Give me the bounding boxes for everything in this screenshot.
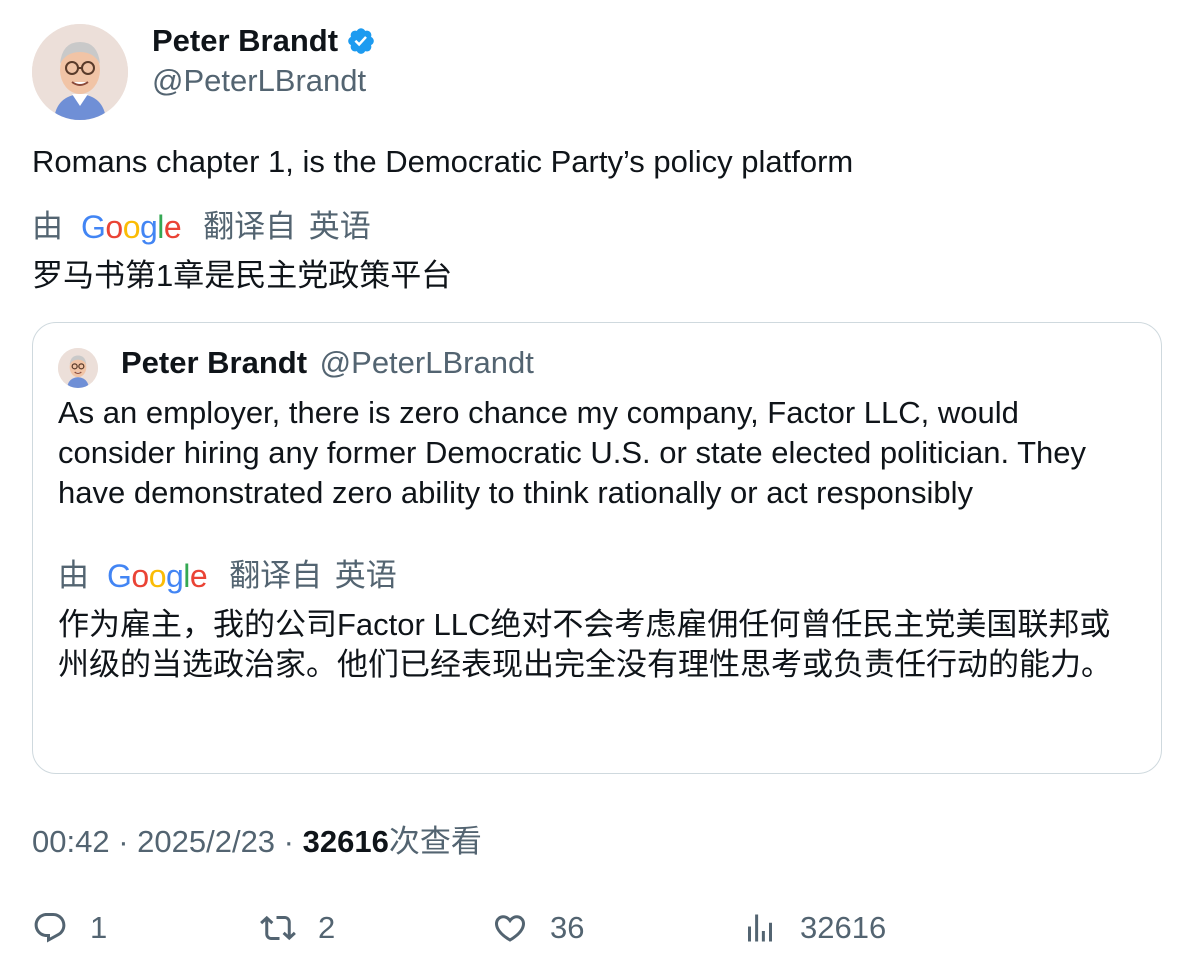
author-name[interactable]: Peter Brandt xyxy=(152,22,376,60)
author-avatar[interactable] xyxy=(32,24,128,120)
quoted-tweet[interactable]: Peter Brandt @PeterLBrandt As an employe… xyxy=(32,322,1162,774)
quoted-translated-text: 作为雇主，我的公司Factor LLC绝对不会考虑雇佣任何曾任民主党美国联邦或州… xyxy=(58,607,1112,682)
views-label: 次查看 xyxy=(388,824,482,859)
reply-button[interactable]: 1 xyxy=(32,908,107,948)
tweet-time[interactable]: 00:42 xyxy=(32,824,110,859)
repost-button[interactable]: 2 xyxy=(260,908,335,948)
quoted-text: As an employer, there is zero chance my … xyxy=(58,395,1087,510)
views-count: 32616 xyxy=(302,824,389,859)
author-handle[interactable]: @PeterLBrandt xyxy=(152,62,366,100)
tweet-text: Romans chapter 1, is the Democratic Part… xyxy=(32,144,854,179)
repost-icon xyxy=(260,915,296,941)
quoted-avatar-image xyxy=(58,348,98,388)
translation-from-label: 翻译自 英语 xyxy=(203,209,371,244)
google-logo: Google xyxy=(81,209,182,245)
google-logo: Google xyxy=(107,558,208,594)
author-name-text: Peter Brandt xyxy=(152,23,339,58)
verified-badge-icon xyxy=(348,28,374,54)
reply-count: 1 xyxy=(90,910,108,945)
like-count: 36 xyxy=(550,910,585,945)
tweet-meta: 00:42 · 2025/2/23 · 32616次查看 xyxy=(32,822,482,862)
meta-separator: · xyxy=(109,824,138,859)
heart-icon xyxy=(494,915,526,942)
quoted-author-name: Peter Brandt xyxy=(121,345,308,380)
views-action-count: 32616 xyxy=(800,910,887,945)
quoted-avatar xyxy=(58,348,98,388)
views-button[interactable]: 32616 xyxy=(742,908,886,948)
analytics-icon xyxy=(748,914,772,942)
translated-text: 罗马书第1章是民主党政策平台 xyxy=(32,258,453,293)
quoted-translation-by-label: 由 xyxy=(58,558,89,593)
avatar-image xyxy=(32,24,128,120)
quoted-header: Peter Brandt @PeterLBrandt xyxy=(121,343,534,383)
tweet-date[interactable]: 2025/2/23 xyxy=(137,824,275,859)
quoted-translation-from-label: 翻译自 英语 xyxy=(229,558,397,593)
translation-attribution: 由 Google 翻译自 英语 xyxy=(32,208,371,246)
repost-count: 2 xyxy=(318,910,336,945)
like-button[interactable]: 36 xyxy=(492,908,584,948)
quoted-author-handle: @PeterLBrandt xyxy=(319,345,534,380)
translation-by-label: 由 xyxy=(32,209,63,244)
meta-separator: · xyxy=(275,824,303,859)
quoted-translation-attribution: 由 Google 翻译自 英语 xyxy=(58,557,397,595)
reply-icon xyxy=(34,913,66,943)
